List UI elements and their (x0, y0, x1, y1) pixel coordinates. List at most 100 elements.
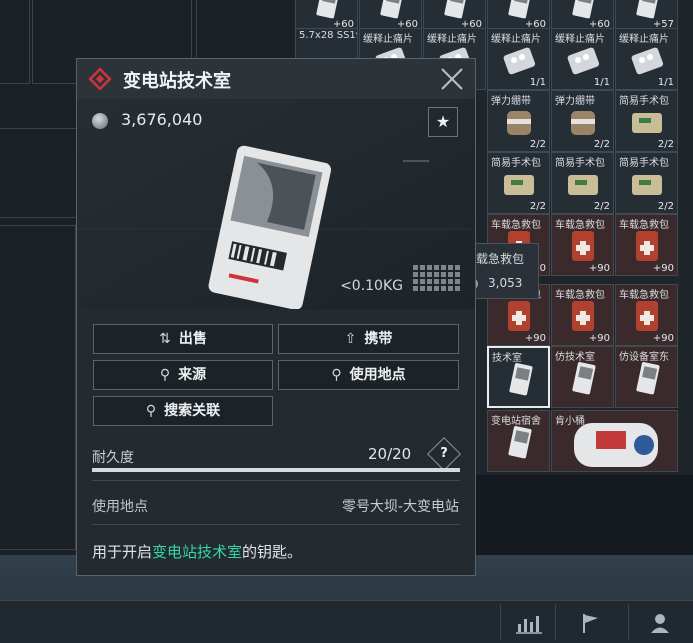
inventory-cell[interactable]: 弹力绷带 2/2 (551, 90, 614, 152)
cell-name: 车载急救包 (619, 220, 669, 231)
bar-divider (555, 604, 556, 640)
cell-name: 缓释止痛片 (427, 34, 477, 45)
item-icon (636, 231, 658, 261)
carry-label: 携带 (364, 331, 393, 347)
item-icon (572, 231, 594, 261)
cell-name: 弹力绷带 (555, 96, 595, 107)
sell-icon: ⇅ (159, 331, 171, 347)
item-icon (636, 0, 660, 19)
cell-name: 简易手术包 (619, 96, 669, 107)
cell-name: 车载急救包 (555, 220, 605, 231)
item-icon (632, 175, 662, 195)
upload-icon: ⇧ (344, 331, 357, 347)
cell-count: +90 (588, 263, 610, 274)
inventory-cell[interactable]: 仿设备室东 (615, 346, 678, 408)
item-icon (508, 301, 530, 331)
description-highlight: 变电站技术室 (152, 543, 243, 561)
item-icon (572, 0, 596, 19)
inventory-cell[interactable]: 缓释止痛片 1/1 (551, 28, 614, 90)
durability-bar (92, 468, 460, 472)
item-detail-panel: 变电站技术室 3,676,040 ★ <0.10KG ⇅ 出售 ⇧ 携带 ⚲ 来… (76, 58, 476, 576)
cell-count: 2/2 (529, 201, 546, 212)
cell-count: 1/1 (529, 77, 546, 88)
location-label: 使用地点 (92, 499, 148, 515)
item-icon (572, 301, 594, 331)
item-icon (380, 0, 404, 19)
inventory-cell[interactable]: 车载急救包 +90 (615, 214, 678, 276)
inventory-cell[interactable]: 简易手术包 2/2 (551, 152, 614, 214)
item-icon (504, 175, 534, 195)
inventory-cell[interactable]: 简易手术包 2/2 (615, 90, 678, 152)
cell-count: +90 (524, 333, 546, 344)
inventory-cell[interactable]: 弹力绷带 2/2 (487, 90, 550, 152)
cell-count: 2/2 (529, 139, 546, 150)
favorite-star-button[interactable]: ★ (428, 107, 458, 137)
cell-count: 2/2 (657, 201, 674, 212)
cell-name: 车载急救包 (555, 290, 605, 301)
chart-icon[interactable] (515, 612, 543, 634)
flag-icon[interactable] (577, 612, 605, 634)
divider (92, 480, 460, 481)
bg-frame (0, 225, 76, 550)
cell-name: 变电站宿舍 (491, 416, 541, 427)
tooltip-value: 3,053 (488, 276, 523, 290)
cell-count: 2/2 (593, 201, 610, 212)
item-icon (571, 111, 595, 135)
sell-button[interactable]: ⇅ 出售 (93, 324, 273, 354)
bar-divider (628, 604, 629, 640)
search-related-button[interactable]: ⚲ 搜索关联 (93, 396, 273, 426)
bg-frame (0, 0, 30, 84)
item-icon (508, 0, 532, 19)
inventory-cell[interactable]: 变电站宿舍 (487, 410, 550, 472)
cell-name: 弹力绷带 (491, 96, 531, 107)
cell-name: 简易手术包 (491, 158, 541, 169)
item-icon (508, 426, 532, 459)
inventory-cell[interactable]: 车载急救包 +90 (551, 214, 614, 276)
inventory-cell[interactable]: 简易手术包 2/2 (487, 152, 550, 214)
size-grid-icon (413, 265, 460, 291)
cell-name: 缓释止痛片 (555, 34, 605, 45)
inventory-cell[interactable]: 技术室 (487, 346, 550, 408)
cell-count: 1/1 (657, 77, 674, 88)
map-pin-icon: ⚲ (331, 367, 342, 383)
cell-name: 缓释止痛片 (363, 34, 413, 45)
screen: +60+60+60+60+60+575.7x28 SS198LF缓释止痛片缓释止… (0, 0, 693, 643)
use-location-button[interactable]: ⚲ 使用地点 (278, 360, 459, 390)
source-button[interactable]: ⚲ 来源 (93, 360, 273, 390)
inventory-cell[interactable]: 肯小桶 (551, 410, 678, 472)
carry-button[interactable]: ⇧ 携带 (278, 324, 459, 354)
cell-name: 仿设备室东 (619, 352, 669, 363)
inventory-cell[interactable]: 缓释止痛片 1/1 (615, 28, 678, 90)
inventory-cell[interactable]: 车载急救包 +90 (551, 284, 614, 346)
inventory-cell[interactable]: 车载急救包 +90 (615, 284, 678, 346)
cell-name: 缓释止痛片 (491, 34, 541, 45)
item-description: 用于开启变电站技术室的钥匙。 (92, 541, 302, 562)
item-icon (316, 0, 340, 19)
inventory-cell[interactable]: 缓释止痛片 1/1 (487, 28, 550, 90)
cell-name: 车载急救包 (491, 220, 541, 231)
inventory-cell[interactable]: 简易手术包 2/2 (615, 152, 678, 214)
close-icon[interactable] (439, 66, 465, 92)
item-icon (631, 47, 664, 75)
diamond-logo-icon (89, 68, 111, 90)
location-value: 零号大坝-大变电站 (341, 499, 459, 515)
sell-label: 出售 (178, 331, 207, 347)
help-button[interactable]: ? (427, 437, 461, 471)
durability-value: 20/20 (368, 445, 412, 463)
bg-frame (0, 128, 78, 218)
cell-count: +90 (652, 263, 674, 274)
item-icon (636, 301, 658, 331)
star-icon: ★ (435, 112, 451, 131)
durability-label: 耐久度 (92, 450, 134, 466)
description-prefix: 用于开启 (92, 543, 153, 561)
divider (92, 524, 460, 525)
item-weight: <0.10KG (340, 278, 403, 294)
users-icon[interactable] (648, 612, 676, 634)
inventory-cell[interactable]: 仿技术室 (551, 346, 614, 408)
bottle-icon (574, 423, 658, 467)
item-icon (632, 113, 662, 133)
item-icon (568, 175, 598, 195)
cell-count: +90 (652, 333, 674, 344)
item-icon (636, 362, 660, 395)
coin-icon (92, 113, 108, 129)
